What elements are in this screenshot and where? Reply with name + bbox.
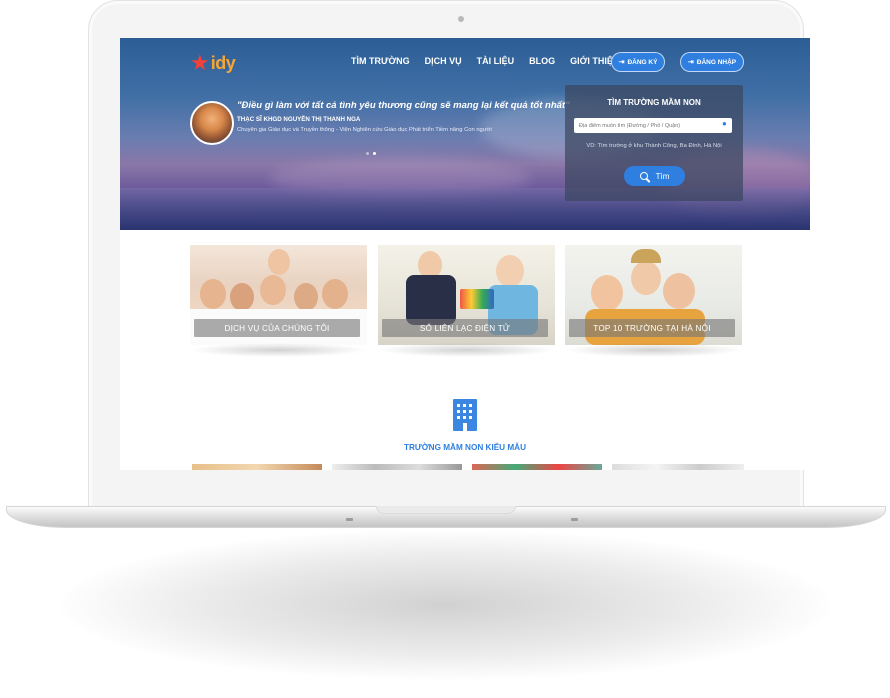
abacus bbox=[460, 289, 494, 309]
child-photo bbox=[322, 279, 348, 309]
quote-author-role: Chuyên gia Giáo dục và Truyền thông - Vi… bbox=[237, 127, 492, 133]
carousel-dot[interactable] bbox=[366, 152, 369, 155]
logo[interactable]: ★ idy bbox=[190, 50, 236, 75]
nav-item-dich-vu[interactable]: DỊCH VỤ bbox=[425, 56, 462, 66]
building-icon bbox=[453, 399, 477, 431]
card-label: DỊCH VỤ CỦA CHÚNG TÔI bbox=[194, 319, 360, 337]
nav-item-tai-lieu[interactable]: TÀI LIỆU bbox=[477, 56, 515, 66]
search-hint: VD: Tìm trường ở khu Thành Công, Ba Đình… bbox=[586, 143, 722, 149]
child-photo bbox=[591, 275, 623, 311]
search-button[interactable]: Tìm bbox=[624, 166, 685, 186]
sign-in-icon: ⇥ bbox=[687, 59, 694, 66]
camera-icon bbox=[458, 16, 464, 22]
register-button[interactable]: ⇥ ĐĂNG KÝ bbox=[611, 52, 665, 72]
feature-cards: DỊCH VỤ CỦA CHÚNG TÔI SỔ LIÊN LẠC ĐIỆN T… bbox=[190, 245, 744, 357]
laptop-shadow bbox=[60, 530, 830, 680]
teacher-photo bbox=[496, 255, 524, 287]
school-thumbnail[interactable] bbox=[612, 464, 744, 470]
card-services[interactable]: DỊCH VỤ CỦA CHÚNG TÔI bbox=[190, 245, 367, 345]
login-button[interactable]: ⇥ ĐĂNG NHẬP bbox=[680, 52, 744, 72]
card-top-schools[interactable]: TOP 10 TRƯỜNG TẠI HÀ NỘI bbox=[565, 245, 742, 345]
child-photo bbox=[200, 279, 226, 309]
card-shadow bbox=[378, 343, 555, 357]
nav-item-tim-truong[interactable]: TÌM TRƯỜNG bbox=[351, 56, 410, 66]
school-thumbnail[interactable] bbox=[192, 464, 322, 470]
teacher-photo bbox=[268, 249, 290, 275]
school-thumbnail[interactable] bbox=[332, 464, 462, 470]
uniform bbox=[406, 275, 456, 325]
carousel-dot-active[interactable] bbox=[373, 152, 376, 155]
search-button-label: Tìm bbox=[655, 171, 670, 181]
register-label: ĐĂNG KÝ bbox=[627, 58, 658, 66]
website-screen: ★ idy TÌM TRƯỜNG DỊCH VỤ TÀI LIỆU BLOG G… bbox=[120, 38, 810, 470]
login-label: ĐĂNG NHẬP bbox=[696, 58, 737, 66]
child-photo bbox=[631, 261, 661, 295]
star-logo-icon: ★ bbox=[190, 50, 210, 75]
laptop-foot bbox=[346, 518, 353, 521]
sign-in-icon: ⇥ bbox=[618, 59, 625, 66]
child-photo bbox=[230, 283, 254, 311]
logo-text: idy bbox=[210, 52, 236, 73]
main-nav: TÌM TRƯỜNG DỊCH VỤ TÀI LIỆU BLOG GIỚI TH… bbox=[351, 56, 634, 66]
card-label: SỔ LIÊN LẠC ĐIỆN TỬ bbox=[382, 319, 548, 337]
laptop-notch bbox=[376, 506, 516, 514]
carousel-dots bbox=[366, 152, 376, 155]
card-contact-book[interactable]: SỔ LIÊN LẠC ĐIỆN TỬ bbox=[378, 245, 555, 345]
card-shadow bbox=[565, 343, 742, 357]
child-photo bbox=[294, 283, 318, 311]
section-title: TRƯỜNG MẦM NON KIỂU MẪU bbox=[403, 443, 527, 452]
school-thumbnails bbox=[192, 464, 744, 470]
child-photo bbox=[260, 275, 286, 305]
location-search-input[interactable] bbox=[574, 118, 732, 133]
card-shadow bbox=[190, 343, 367, 357]
school-search-panel: TÌM TRƯỜNG MẦM NON ● VD: Tìm trường ở kh… bbox=[565, 85, 743, 201]
hero-quote: "Điều gì làm với tất cả tình yêu thương … bbox=[237, 100, 570, 111]
search-panel-title: TÌM TRƯỜNG MẦM NON bbox=[607, 98, 701, 107]
quote-author: THẠC SĨ KHGD NGUYỄN THỊ THANH NGA bbox=[237, 116, 361, 123]
school-thumbnail[interactable] bbox=[472, 464, 602, 470]
child-photo bbox=[663, 273, 695, 309]
card-label: TOP 10 TRƯỜNG TẠI HÀ NỘI bbox=[569, 319, 735, 337]
laptop-foot bbox=[571, 518, 578, 521]
nav-item-blog[interactable]: BLOG bbox=[529, 56, 555, 66]
map-pin-icon: ● bbox=[722, 119, 727, 128]
avatar bbox=[190, 101, 234, 145]
hero-banner: ★ idy TÌM TRƯỜNG DỊCH VỤ TÀI LIỆU BLOG G… bbox=[120, 38, 810, 230]
search-icon bbox=[639, 172, 648, 180]
hair bbox=[631, 249, 661, 263]
